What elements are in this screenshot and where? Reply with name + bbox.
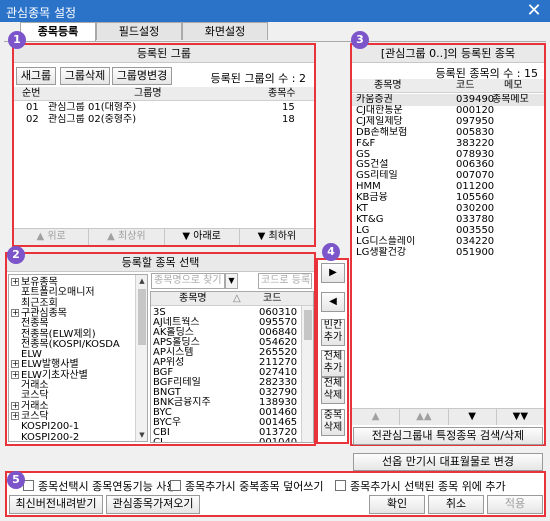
col-memo: 메모 [504,80,523,91]
group-stock-name: LG생활건강 [356,246,407,258]
checkbox-add-above[interactable] [335,480,346,491]
group-row-count: 18 [282,114,295,125]
delete-group-button[interactable]: 그룹삭제 [60,67,110,85]
badge-1: 1 [8,31,26,49]
stock-select-title: 등록할 종목 선택 [7,254,314,272]
rep-month-change-button[interactable]: 선옵 만기시 대표월물로 변경 [353,453,543,471]
stock-row-name: CJ [153,437,163,443]
group-row-no: 01 [26,102,39,113]
group-row[interactable]: 02 관심그룹 02(중형주) 18 [14,114,314,126]
col-stock-name: 종목명 [374,80,402,91]
expand-icon[interactable]: + [11,411,19,420]
group-row-name: 관심그룹 01(대형주) [48,102,137,113]
all-delete-button[interactable]: 전체 삭제 [321,377,345,404]
add-stock-button[interactable]: ▶ [321,263,345,283]
sort-asc-icon[interactable]: △ [233,292,241,305]
stock-list: 종목명 △ 코드 3S 060310 AJ네트웍스 095570 AK홀딩스 006840… [150,291,314,443]
stock-up-button[interactable]: ▲ [352,409,401,425]
option-add-above-label: 종목추가시 선택된 종목 위에 추가 [350,480,506,493]
stock-down-button[interactable]: ▼ [449,409,497,425]
tab-divider [4,41,546,42]
all-add-button[interactable]: 전체 추가 [321,350,345,377]
move-up-button[interactable]: ▲ 위로 [14,229,90,245]
move-top-button[interactable]: ▲ 최상위 [89,229,165,245]
search-other-groups-button[interactable]: 전관심그룹내 특정종목 검색/삭제 [353,427,543,445]
stock-bottom-button[interactable]: ▼▼ [497,409,544,425]
badge-5: 5 [7,471,25,489]
window-title: 관심종목 설정 [6,6,77,20]
close-icon[interactable]: ✕ [524,1,544,21]
group-row-no: 02 [26,114,39,125]
apply-button[interactable]: 적용 [487,495,543,514]
badge-2: 2 [7,246,25,264]
stock-list-scroll-thumb[interactable] [304,310,312,340]
expand-icon[interactable]: + [11,308,19,317]
checkbox-overwrite-dup[interactable] [170,480,181,491]
move-down-button[interactable]: ▼ 아래로 [165,229,240,245]
stock-row[interactable]: CJ 001040 [151,437,301,443]
search-dropdown-chevron-icon[interactable]: ▼ [225,273,238,289]
col-group-name: 그룹명 [134,88,162,99]
stock-order-nav: ▲ ▲▲ ▼ ▼▼ [352,408,544,425]
group-count: 등록된 그룹의 수 : 2 [210,72,306,85]
stock-name-search-input[interactable]: 종목명으로 찾기 [151,273,225,289]
title-bar: 관심종목 설정 ✕ [0,0,550,22]
tab-field-settings[interactable]: 필드설정 [96,22,182,40]
cancel-button[interactable]: 취소 [428,495,484,514]
tab-register[interactable]: 종목등록 [20,22,96,42]
scroll-up-icon[interactable]: ▲ [136,275,147,287]
stock-list-header: 종목명 △ 코드 [151,292,313,306]
groups-grid-header: 순번 그룹명 종목수 [14,87,314,101]
expand-icon[interactable]: + [11,278,19,286]
tab-screen-settings[interactable]: 화면설정 [182,22,268,40]
import-watchlist-button[interactable]: 관심종목가져오기 [106,495,200,514]
badge-3: 3 [351,31,369,49]
stock-category-tree: + 보유종목 포트폴리오매니저 최근조회 + 구관심종목 전종목 전종목(ELW제외) 전종목(… [8,274,148,442]
badge-4: 4 [322,243,340,261]
stock-row-code: 001040 [259,437,298,443]
expand-icon[interactable]: + [11,370,19,379]
group-row-name: 관심그룹 02(중형주) [48,114,137,125]
group-row-count: 15 [282,102,295,113]
expand-icon[interactable]: + [11,360,19,369]
col-code: 코드 [263,293,282,304]
move-bottom-button[interactable]: ▼ 최하위 [240,229,314,245]
stock-list-scrollbar[interactable] [301,306,313,442]
new-group-button[interactable]: 새그룹 [16,67,56,85]
option-add-above[interactable]: 종목추가시 선택된 종목 위에 추가 [335,478,506,494]
option-link-on-select[interactable]: 종목선택시 종목연동기능 사용 [23,478,177,494]
rename-group-button[interactable]: 그룹명변경 [112,67,172,85]
group-stocks-title: [관심그룹 0..]의 등록된 종목 [352,45,544,63]
col-stock-count: 종목수 [268,88,296,99]
group-row[interactable]: 01 관심그룹 01(대형주) 15 [14,102,314,114]
tree-item[interactable]: KOSPI200-2 [21,431,80,442]
group-stocks-header: 종목명 코드 메모 [352,79,544,93]
duplicate-delete-button[interactable]: 중복 삭제 [321,409,345,436]
ok-button[interactable]: 확인 [369,495,425,514]
option-overwrite-dup[interactable]: 종목추가시 중복종목 덮어쓰기 [170,478,324,494]
group-order-nav: ▲ 위로 ▲ 최상위 ▼ 아래로 ▼ 최하위 [14,228,314,245]
tree-scroll-thumb[interactable] [138,289,146,345]
option-link-label: 종목선택시 종목연동기능 사용 [38,480,177,493]
registered-groups-panel: 등록된 그룹 새그룹 그룹삭제 그룹명변경 등록된 그룹의 수 : 2 순번 그… [12,43,316,247]
stock-top-button[interactable]: ▲▲ [400,409,449,425]
download-latest-button[interactable]: 최신버전내려받기 [9,495,103,514]
tree-item-label: KOSPI200-2 [21,431,80,442]
group-stocks-panel: [관심그룹 0..]의 등록된 종목 등록된 종목의 수 : 15 종목명 코드… [350,43,546,446]
scroll-down-icon[interactable]: ▼ [136,429,147,441]
group-stock-row[interactable]: LG생활건강 051900 [352,247,544,259]
stock-code-input[interactable]: 코드로 등록 [258,273,312,289]
col-no: 순번 [22,88,41,99]
col-code: 코드 [456,80,475,91]
option-overwrite-label: 종목추가시 중복종목 덮어쓰기 [185,480,324,493]
remove-stock-button[interactable]: ◀ [321,292,345,312]
col-stock-name: 종목명 [179,293,207,304]
group-stock-code: 051900 [456,246,495,258]
registered-groups-title: 등록된 그룹 [14,45,314,63]
blank-add-button[interactable]: 빈칸 추가 [321,319,345,346]
tree-scrollbar[interactable]: ▲ ▼ [135,275,147,441]
expand-icon[interactable]: + [11,401,19,410]
